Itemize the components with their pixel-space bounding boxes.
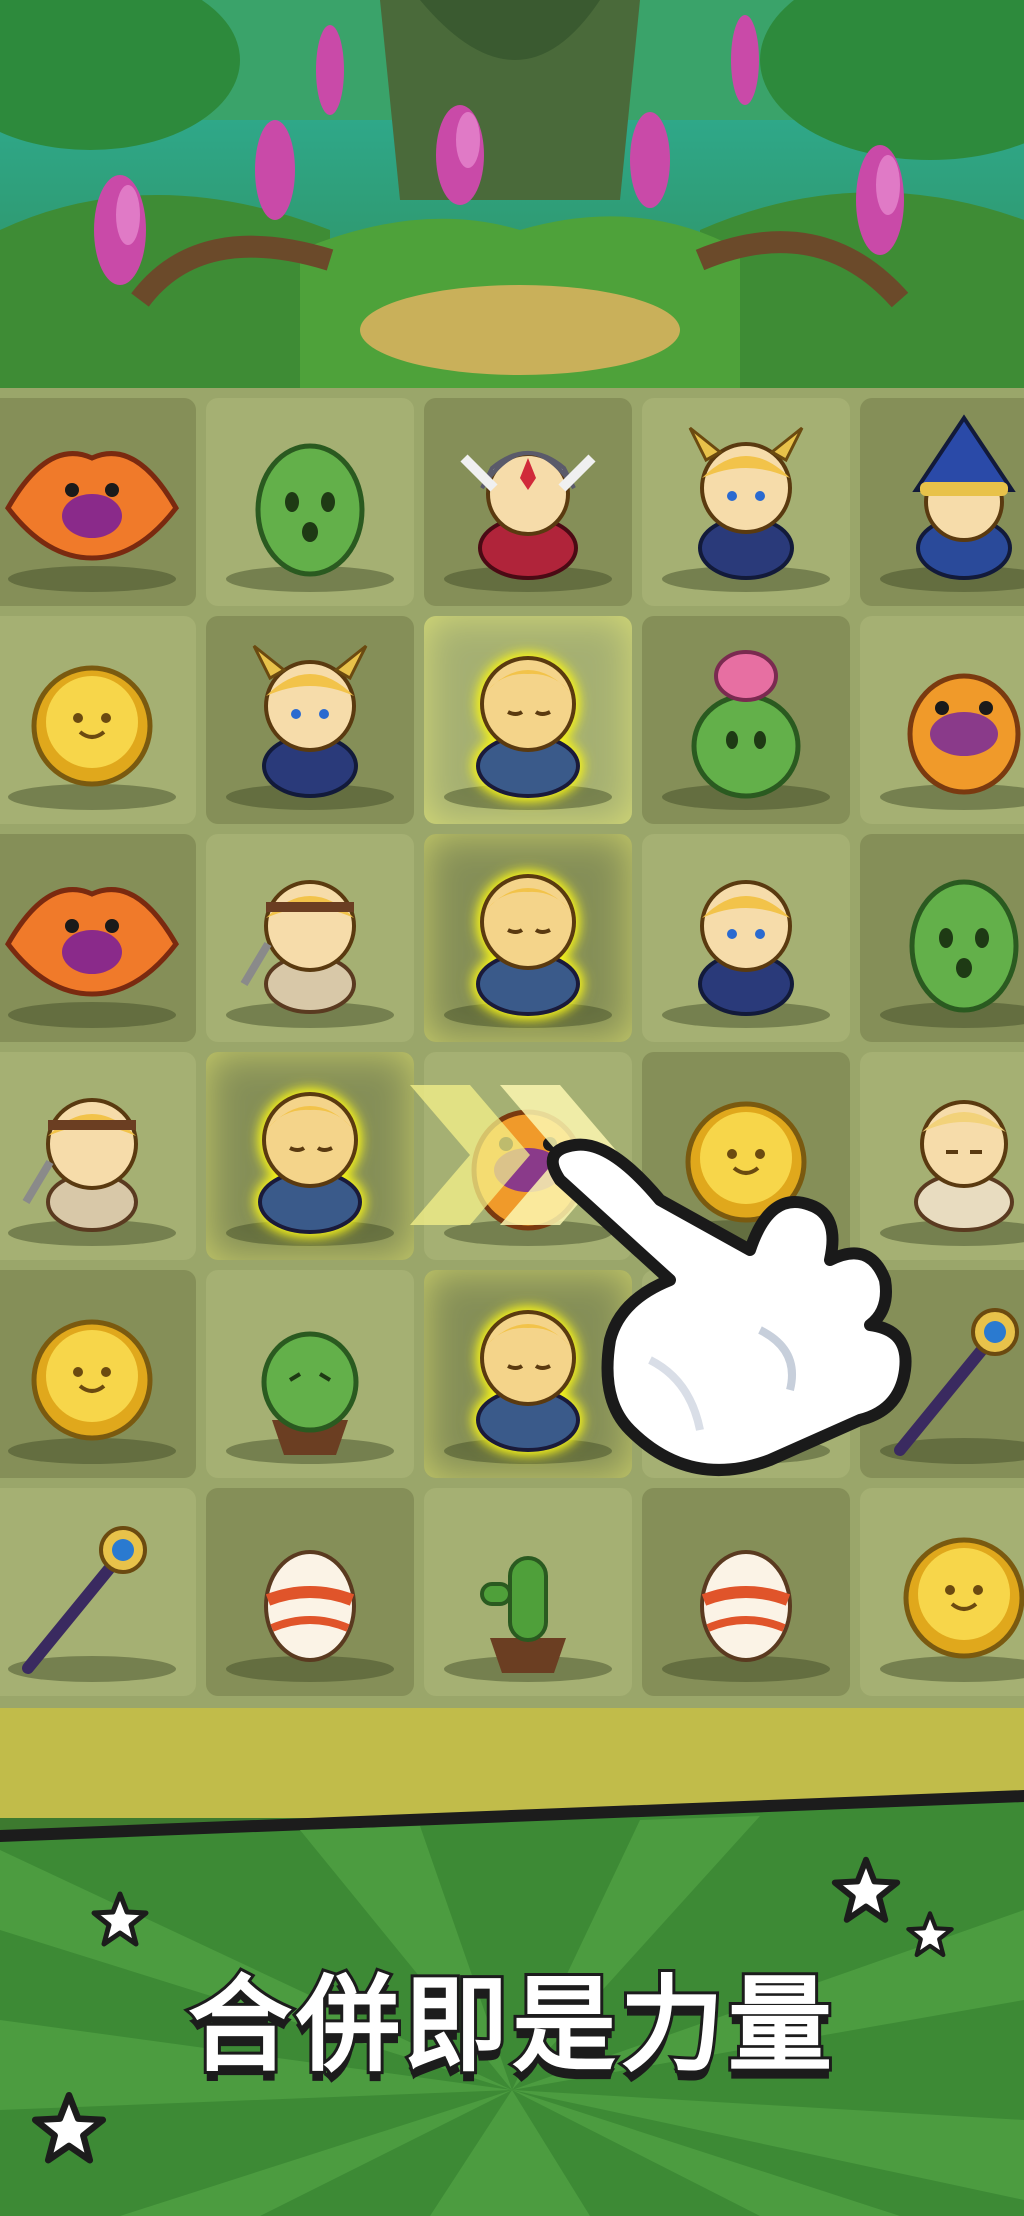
board-tile[interactable] xyxy=(0,1488,196,1696)
slogan-title: 合併即是力量 xyxy=(185,1961,836,2089)
board-tile[interactable] xyxy=(642,616,850,824)
board-tile[interactable] xyxy=(0,616,196,824)
horned-prince-icon[interactable] xyxy=(642,398,850,606)
forest-background xyxy=(0,0,1024,390)
orange-bird-icon[interactable] xyxy=(860,616,1024,824)
magic-staff-icon[interactable] xyxy=(0,1488,196,1696)
blonde-mage-icon[interactable] xyxy=(642,834,850,1042)
board-tile[interactable] xyxy=(0,834,196,1042)
horned-prince-icon[interactable] xyxy=(206,616,414,824)
egg-icon[interactable] xyxy=(206,1488,414,1696)
gold-coin-icon[interactable] xyxy=(0,616,196,824)
swordsman-boy-icon[interactable] xyxy=(206,834,414,1042)
board-tile[interactable] xyxy=(642,834,850,1042)
merge-board xyxy=(0,388,1024,1708)
egg-icon[interactable] xyxy=(642,1488,850,1696)
board-tile[interactable] xyxy=(642,398,850,606)
board-tile[interactable] xyxy=(0,398,196,606)
star-icon xyxy=(31,2091,107,2164)
phoenix-dragon-icon[interactable] xyxy=(0,398,196,606)
star-icon xyxy=(91,1891,149,1947)
cactus-monster-icon[interactable] xyxy=(206,398,414,606)
board-tile[interactable] xyxy=(0,1052,196,1260)
board-tile[interactable] xyxy=(860,1488,1024,1696)
potted-cactus-icon[interactable] xyxy=(424,1488,632,1696)
board-tile[interactable] xyxy=(206,834,414,1042)
phoenix-dragon-icon[interactable] xyxy=(0,834,196,1042)
board-tile[interactable] xyxy=(206,1052,414,1260)
gold-coin-icon[interactable] xyxy=(0,1270,196,1478)
star-icon xyxy=(831,1856,901,1923)
cactus-monster-icon[interactable] xyxy=(860,834,1024,1042)
sleeping-monk-icon[interactable] xyxy=(424,834,632,1042)
board-tile[interactable] xyxy=(0,1270,196,1478)
board-tile[interactable] xyxy=(860,616,1024,824)
star-icon xyxy=(906,1911,954,1958)
flower-cactus-icon[interactable] xyxy=(642,616,850,824)
sleeping-monk-icon[interactable] xyxy=(206,1052,414,1260)
board-tile[interactable] xyxy=(642,1488,850,1696)
board-tile[interactable] xyxy=(206,1270,414,1478)
potted-cactus-monster-icon[interactable] xyxy=(206,1270,414,1478)
board-tile[interactable] xyxy=(206,616,414,824)
board-tile[interactable] xyxy=(860,834,1024,1042)
pointing-hand-icon xyxy=(546,1138,912,1476)
board-tile[interactable] xyxy=(206,1488,414,1696)
blue-wizard-icon[interactable] xyxy=(860,398,1024,606)
valkyrie-knight-icon[interactable] xyxy=(424,398,632,606)
swordsman-boy-icon[interactable] xyxy=(0,1052,196,1260)
board-tile[interactable] xyxy=(424,616,632,824)
board-tile[interactable] xyxy=(424,834,632,1042)
board-tile[interactable] xyxy=(424,1488,632,1696)
board-tile[interactable] xyxy=(206,398,414,606)
board-tile[interactable] xyxy=(860,398,1024,606)
gold-coin-icon[interactable] xyxy=(860,1488,1024,1696)
board-tile[interactable] xyxy=(424,398,632,606)
sleeping-monk-icon[interactable] xyxy=(424,616,632,824)
